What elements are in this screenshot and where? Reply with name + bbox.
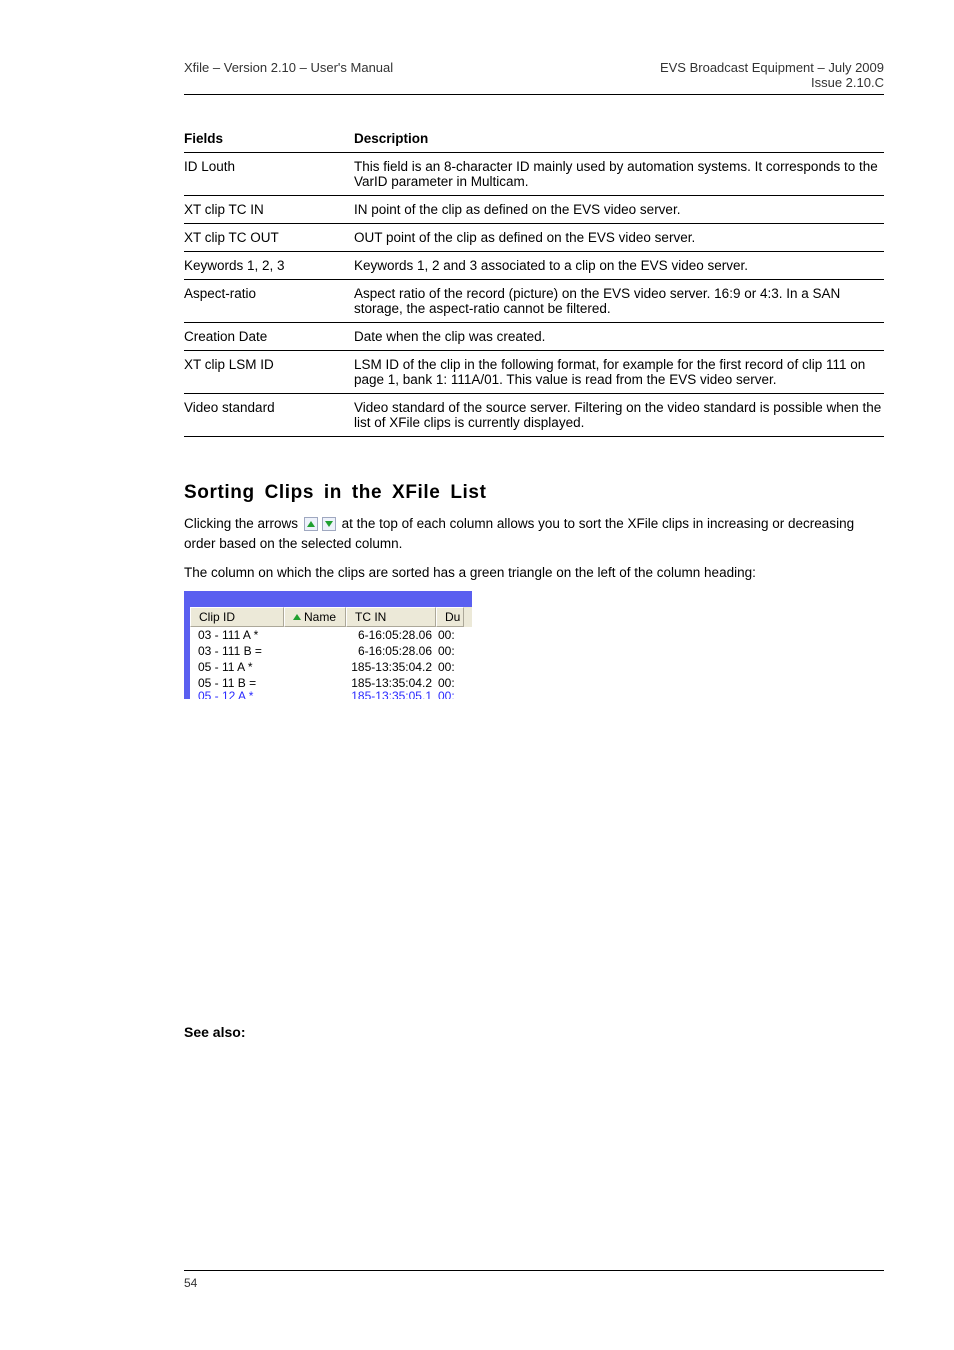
field-name: Aspect-ratio	[184, 280, 354, 323]
fields-col2-header: Description	[354, 125, 884, 153]
header-right: EVS Broadcast Equipment – July 2009	[660, 60, 884, 75]
table-row: XT clip TC ININ point of the clip as def…	[184, 196, 884, 224]
cell-clip-id: 03 - 111 B =	[190, 643, 284, 659]
cell-duration: 00:	[436, 675, 464, 691]
section-heading: Sorting Clips in the XFile List	[184, 482, 884, 504]
fields-table: Fields Description ID LouthThis field is…	[184, 125, 884, 437]
field-description: OUT point of the clip as defined on the …	[354, 224, 884, 252]
field-name: XT clip LSM ID	[184, 351, 354, 394]
sort-paragraph-2: The column on which the clips are sorted…	[184, 563, 884, 583]
sort-asc-icon[interactable]	[304, 517, 318, 531]
field-description: Video standard of the source server. Fil…	[354, 394, 884, 437]
cell-name	[284, 659, 346, 675]
table-row: Keywords 1, 2, 3Keywords 1, 2 and 3 asso…	[184, 252, 884, 280]
cell-tc-in: 185-13:35:05.1	[346, 691, 436, 699]
field-description: IN point of the clip as defined on the E…	[354, 196, 884, 224]
header-divider	[184, 94, 884, 95]
footer-divider	[184, 1270, 884, 1271]
table-row: XT clip LSM IDLSM ID of the clip in the …	[184, 351, 884, 394]
footer-page-number: 54	[184, 1276, 197, 1290]
field-name: XT clip TC OUT	[184, 224, 354, 252]
field-description: This field is an 8-character ID mainly u…	[354, 153, 884, 196]
cell-clip-id: 05 - 12 A *	[190, 691, 284, 699]
field-description: Aspect ratio of the record (picture) on …	[354, 280, 884, 323]
list-item[interactable]: 05 - 11 A * 185-13:35:04.200:	[190, 659, 472, 675]
field-name: Creation Date	[184, 323, 354, 351]
cell-name	[284, 643, 346, 659]
sort-desc-icon[interactable]	[322, 517, 336, 531]
xfile-list-screenshot: Clip ID Name TC IN Du 03 - 111 A * 6-16:0…	[184, 591, 472, 699]
cell-name	[284, 627, 346, 643]
column-header-clip-id[interactable]: Clip ID	[190, 607, 284, 627]
table-row: XT clip TC OUTOUT point of the clip as d…	[184, 224, 884, 252]
cell-clip-id: 05 - 11 B =	[190, 675, 284, 691]
column-header-name-label: Name	[304, 610, 336, 624]
cell-name	[284, 675, 346, 691]
cell-duration: 00:	[436, 659, 464, 675]
cell-tc-in: 185-13:35:04.2	[346, 675, 436, 691]
see-also-heading: See also:	[184, 1024, 884, 1040]
field-name: Video standard	[184, 394, 354, 437]
cell-duration: 00:	[436, 691, 464, 699]
list-item[interactable]: 05 - 12 A * 185-13:35:05.100:	[190, 691, 472, 699]
cell-clip-id: 03 - 111 A *	[190, 627, 284, 643]
cell-tc-in: 6-16:05:28.06	[346, 627, 436, 643]
list-item[interactable]: 05 - 11 B = 185-13:35:04.200:	[190, 675, 472, 691]
table-row: Aspect-ratioAspect ratio of the record (…	[184, 280, 884, 323]
header-left: Xfile – Version 2.10 – User's Manual	[184, 60, 393, 75]
field-name: XT clip TC IN	[184, 196, 354, 224]
cell-tc-in: 185-13:35:04.2	[346, 659, 436, 675]
cell-name	[284, 691, 346, 699]
column-header-name[interactable]: Name	[284, 607, 346, 627]
cell-tc-in: 6-16:05:28.06	[346, 643, 436, 659]
field-name: ID Louth	[184, 153, 354, 196]
list-item[interactable]: 03 - 111 A * 6-16:05:28.0600:	[190, 627, 472, 643]
window-titlebar	[190, 597, 472, 607]
list-item[interactable]: 03 - 111 B = 6-16:05:28.0600:	[190, 643, 472, 659]
column-header-duration[interactable]: Du	[436, 607, 464, 627]
field-description: LSM ID of the clip in the following form…	[354, 351, 884, 394]
table-row: ID LouthThis field is an 8-character ID …	[184, 153, 884, 196]
field-name: Keywords 1, 2, 3	[184, 252, 354, 280]
sort-para-text-before: Clicking the arrows	[184, 516, 302, 531]
header-issue: Issue 2.10.C	[811, 75, 884, 90]
table-header-row: Clip ID Name TC IN Du	[190, 607, 472, 627]
cell-duration: 00:	[436, 643, 464, 659]
cell-duration: 00:	[436, 627, 464, 643]
table-row: Creation DateDate when the clip was crea…	[184, 323, 884, 351]
field-description: Date when the clip was created.	[354, 323, 884, 351]
table-row: Video standardVideo standard of the sour…	[184, 394, 884, 437]
sort-paragraph-1: Clicking the arrows at the top of each c…	[184, 514, 884, 555]
cell-clip-id: 05 - 11 A *	[190, 659, 284, 675]
field-description: Keywords 1, 2 and 3 associated to a clip…	[354, 252, 884, 280]
sort-indicator-icon	[293, 614, 301, 620]
fields-col1-header: Fields	[184, 125, 354, 153]
column-header-tc-in[interactable]: TC IN	[346, 607, 436, 627]
